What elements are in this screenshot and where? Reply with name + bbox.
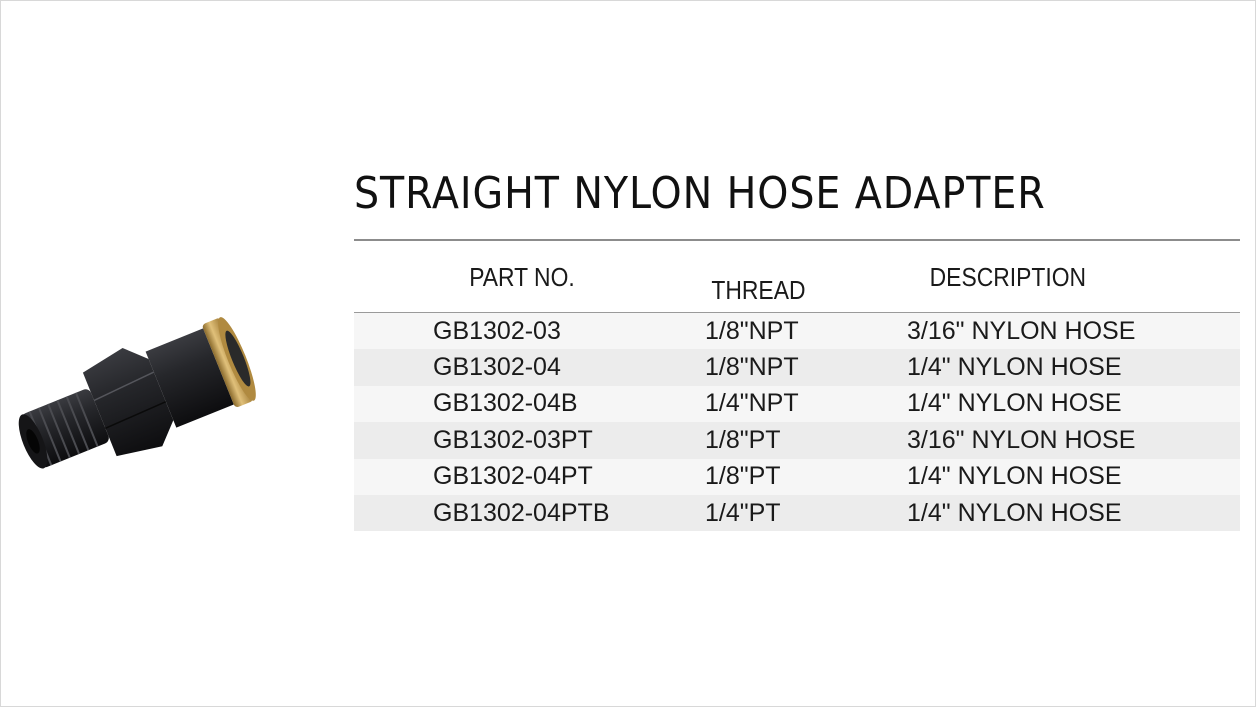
description-cell: 3/16" NYLON HOSE (907, 422, 1240, 459)
header-part-no: PART NO. (354, 242, 705, 313)
part-no-cell: GB1302-04 (354, 349, 705, 386)
description-cell: 1/4" NYLON HOSE (907, 494, 1240, 532)
table-header-row: PART NO. THREAD DESCRIPTION (354, 242, 1240, 313)
thread-cell: 1/8"PT (705, 422, 907, 459)
thread-cell: 1/4"PT (705, 494, 907, 532)
description-cell: 1/4" NYLON HOSE (907, 458, 1240, 495)
thread-cell: 1/8"PT (705, 458, 907, 495)
table-row: GB1302-03PT 1/8"PT 3/16" NYLON HOSE (354, 422, 1240, 459)
part-no-cell: GB1302-03 (354, 312, 705, 350)
spec-table: PART NO. THREAD DESCRIPTION GB1302-03 1/… (354, 242, 1240, 532)
description-cell: 3/16" NYLON HOSE (907, 312, 1240, 350)
thread-cell: 1/4"NPT (705, 385, 907, 423)
table-row: GB1302-04PT 1/8"PT 1/4" NYLON HOSE (354, 458, 1240, 495)
thread-cell: 1/8"NPT (705, 312, 907, 350)
part-no-cell: GB1302-04B (354, 385, 705, 423)
page-title: STRAIGHT NYLON HOSE ADAPTER (354, 168, 1046, 219)
part-no-cell: GB1302-04PTB (354, 494, 705, 532)
part-no-cell: GB1302-04PT (354, 458, 705, 495)
table-row: GB1302-04 1/8"NPT 1/4" NYLON HOSE (354, 349, 1240, 386)
table-row: GB1302-04B 1/4"NPT 1/4" NYLON HOSE (354, 385, 1240, 423)
table-row: GB1302-03 1/8"NPT 3/16" NYLON HOSE (354, 312, 1240, 350)
hose-adapter-image (18, 317, 256, 469)
description-cell: 1/4" NYLON HOSE (907, 385, 1240, 423)
part-no-cell: GB1302-03PT (354, 422, 705, 459)
header-thread: THREAD (705, 242, 907, 313)
table-row: GB1302-04PTB 1/4"PT 1/4" NYLON HOSE (354, 494, 1240, 532)
description-cell: 1/4" NYLON HOSE (907, 349, 1240, 386)
title-divider (354, 239, 1240, 241)
header-description: DESCRIPTION (907, 242, 1240, 313)
thread-cell: 1/8"NPT (705, 349, 907, 386)
